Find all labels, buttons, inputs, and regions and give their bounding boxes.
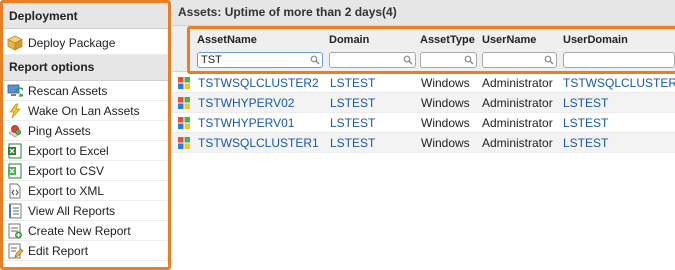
edit-report-button[interactable]: Edit Report <box>3 241 168 261</box>
asset-type-cell: Windows <box>421 96 470 110</box>
export-excel-label: Export to Excel <box>28 143 109 158</box>
username-cell: Administrator <box>482 76 553 90</box>
asset-name-link[interactable]: TSTWHYPERV01 <box>198 116 294 130</box>
ping-assets-button[interactable]: Ping Assets <box>3 121 168 141</box>
table-row: TSTWHYPERV01 LSTEST Windows Administrato… <box>172 113 675 133</box>
column-header-username[interactable]: UserName <box>482 34 536 46</box>
export-csv-label: Export to CSV <box>28 163 105 178</box>
page-title: Assets: Uptime of more than 2 days(4) <box>178 5 397 19</box>
windows-icon <box>178 97 190 109</box>
export-xml-label: Export to XML <box>28 183 105 198</box>
assettype-filter-input[interactable] <box>420 52 477 68</box>
report-options-header: Report options <box>3 55 168 81</box>
column-header-domain[interactable]: Domain <box>329 34 369 46</box>
deployment-header: Deployment <box>3 3 168 29</box>
column-header-assetname[interactable]: AssetName <box>197 34 257 46</box>
lightning-icon <box>9 103 21 118</box>
user-domain-link[interactable]: LSTEST <box>563 116 608 130</box>
excel-icon <box>8 143 22 158</box>
asset-name-link[interactable]: TSTWHYPERV02 <box>198 96 294 110</box>
table-row: TSTWSQLCLUSTER2 LSTEST Windows Administr… <box>172 73 675 93</box>
rescan-assets-label: Rescan Assets <box>28 83 108 98</box>
asset-type-cell: Windows <box>421 116 470 130</box>
sidebar: Deployment Deploy Package Report options… <box>0 0 171 270</box>
export-xml-button[interactable]: Export to XML <box>3 181 168 201</box>
windows-icon <box>178 137 190 149</box>
rescan-assets-button[interactable]: Rescan Assets <box>3 81 168 101</box>
edit-report-label: Edit Report <box>28 243 89 258</box>
view-all-reports-button[interactable]: View All Reports <box>3 201 168 221</box>
asset-type-cell: Windows <box>421 76 470 90</box>
ping-icon <box>8 124 22 137</box>
userdomain-filter-input[interactable] <box>563 52 675 68</box>
username-filter-input[interactable] <box>482 52 557 68</box>
create-new-report-label: Create New Report <box>28 223 131 238</box>
csv-icon <box>8 163 22 178</box>
edit-report-icon <box>8 243 23 258</box>
domain-link[interactable]: LSTEST <box>330 116 375 130</box>
username-cell: Administrator <box>482 136 553 150</box>
new-report-icon <box>8 223 22 238</box>
asset-type-cell: Windows <box>421 136 470 150</box>
username-cell: Administrator <box>482 116 553 130</box>
user-domain-link[interactable]: LSTEST <box>563 96 608 110</box>
export-csv-button[interactable]: Export to CSV <box>3 161 168 181</box>
asset-name-link[interactable]: TSTWSQLCLUSTER1 <box>198 136 319 150</box>
wake-on-lan-label: Wake On Lan Assets <box>28 103 140 118</box>
export-excel-button[interactable]: Export to Excel <box>3 141 168 161</box>
username-cell: Administrator <box>482 96 553 110</box>
deploy-package-label: Deploy Package <box>28 35 116 50</box>
user-domain-link[interactable]: LSTEST <box>563 136 608 150</box>
domain-link[interactable]: LSTEST <box>330 96 375 110</box>
table-row: TSTWSQLCLUSTER1 LSTEST Windows Administr… <box>172 133 675 153</box>
asset-name-link[interactable]: TSTWSQLCLUSTER2 <box>198 76 319 90</box>
column-header-userdomain[interactable]: UserDomain <box>563 34 628 46</box>
package-icon <box>7 35 23 51</box>
windows-icon <box>178 117 190 129</box>
domain-link[interactable]: LSTEST <box>330 76 375 90</box>
xml-icon <box>9 183 21 198</box>
assetname-filter-input[interactable] <box>197 52 323 68</box>
rescan-icon <box>7 84 23 97</box>
view-all-reports-label: View All Reports <box>28 203 116 218</box>
wake-on-lan-button[interactable]: Wake On Lan Assets <box>3 101 168 121</box>
table-row: TSTWHYPERV02 LSTEST Windows Administrato… <box>172 93 675 113</box>
report-list-icon <box>9 203 22 218</box>
column-header-assettype[interactable]: AssetType <box>420 34 475 46</box>
windows-icon <box>178 77 190 89</box>
user-domain-link[interactable]: TSTWSQLCLUSTER <box>563 76 675 90</box>
ping-assets-label: Ping Assets <box>28 123 91 138</box>
domain-link[interactable]: LSTEST <box>330 136 375 150</box>
domain-filter-input[interactable] <box>329 52 416 68</box>
create-new-report-button[interactable]: Create New Report <box>3 221 168 241</box>
deploy-package-button[interactable]: Deploy Package <box>3 31 168 55</box>
